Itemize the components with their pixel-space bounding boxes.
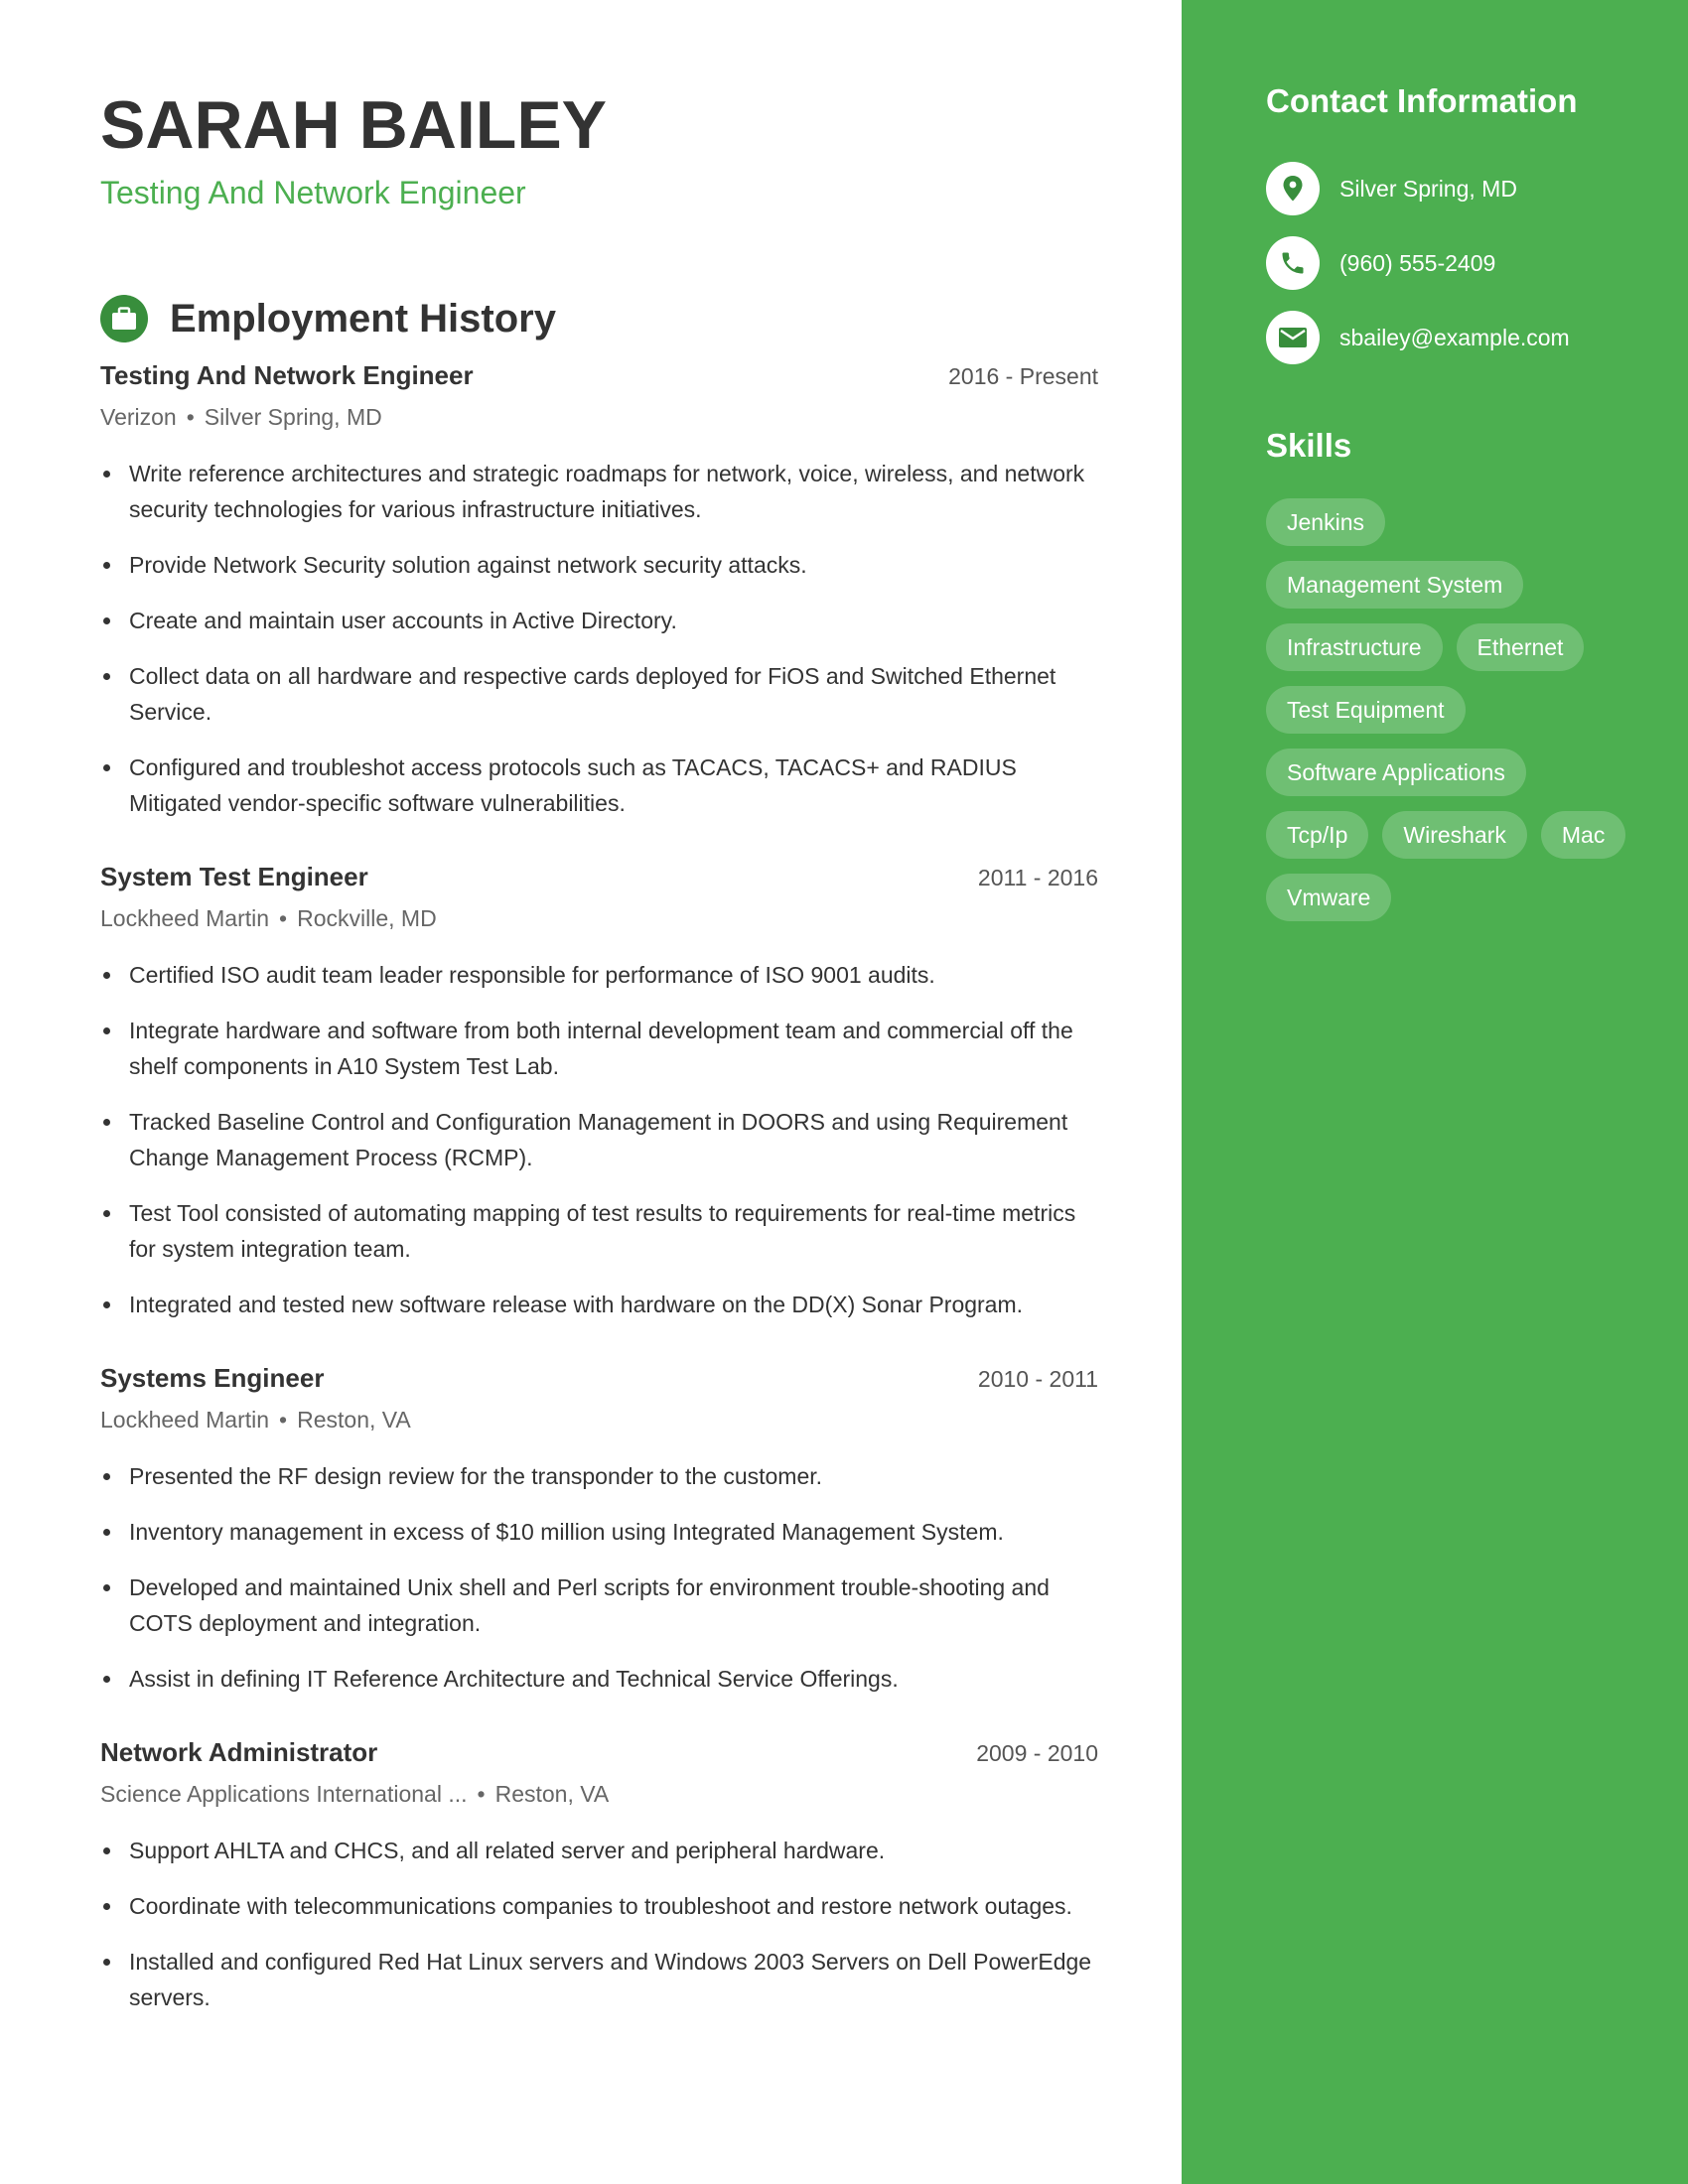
job-company: Verizon xyxy=(100,404,177,430)
job-bullet: Coordinate with telecommunications compa… xyxy=(100,1888,1098,1924)
skill-tag: Vmware xyxy=(1266,874,1392,921)
job-location: Silver Spring, MD xyxy=(204,404,382,430)
job-bullet: Configured and troubleshot access protoc… xyxy=(100,750,1098,821)
job-bullet: Support AHLTA and CHCS, and all related … xyxy=(100,1833,1098,1868)
job-entry: Network Administrator 2009 - 2010 Scienc… xyxy=(100,1737,1098,2035)
skill-tag: Infrastructure xyxy=(1266,623,1443,671)
job-bullet: Integrate hardware and software from bot… xyxy=(100,1013,1098,1084)
job-bullet: Collect data on all hardware and respect… xyxy=(100,658,1098,730)
skill-tag: Software Applications xyxy=(1266,749,1526,796)
contact-section-title: Contact Information xyxy=(1266,82,1578,119)
briefcase-icon xyxy=(100,295,148,342)
job-bullet: Tracked Baseline Control and Configurati… xyxy=(100,1104,1098,1175)
job-bullet: Developed and maintained Unix shell and … xyxy=(100,1570,1098,1641)
candidate-headline: Testing And Network Engineer xyxy=(100,175,526,210)
job-dates: 2010 - 2011 xyxy=(977,1366,1098,1392)
job-bullets: Support AHLTA and CHCS, and all related … xyxy=(100,1833,1098,2015)
job-company: Lockheed Martin xyxy=(100,1407,270,1433)
separator-dot: • xyxy=(186,404,195,430)
location-pin-icon xyxy=(1266,162,1320,215)
job-bullets: Presented the RF design review for the t… xyxy=(100,1458,1098,1697)
skill-tag: Jenkins xyxy=(1266,498,1385,546)
job-bullet: Provide Network Security solution agains… xyxy=(100,547,1098,583)
skill-tag: Ethernet xyxy=(1456,623,1585,671)
skill-tag: Test Equipment xyxy=(1266,686,1466,734)
separator-dot: • xyxy=(279,1407,288,1433)
job-bullet: Certified ISO audit team leader responsi… xyxy=(100,957,1098,993)
job-bullet: Create and maintain user accounts in Act… xyxy=(100,603,1098,638)
job-location: Reston, VA xyxy=(297,1407,411,1433)
job-location: Reston, VA xyxy=(494,1781,610,1807)
candidate-name: SARAH BAILEY xyxy=(100,87,608,163)
job-company: Science Applications International ... xyxy=(100,1781,468,1807)
job-entry: Testing And Network Engineer 2016 - Pres… xyxy=(100,360,1098,841)
job-location: Rockville, MD xyxy=(297,905,437,931)
job-title: Testing And Network Engineer xyxy=(100,360,474,390)
job-dates: 2016 - Present xyxy=(948,363,1098,389)
skill-tag: Mac xyxy=(1540,811,1626,859)
contact-email: sbailey@example.com xyxy=(1266,311,1570,364)
contact-phone: (960) 555-2409 xyxy=(1266,236,1495,290)
job-bullet: Presented the RF design review for the t… xyxy=(100,1458,1098,1494)
job-dates: 2011 - 2016 xyxy=(977,865,1098,890)
skill-tag: Management System xyxy=(1266,561,1524,609)
skills-section-title: Skills xyxy=(1266,427,1352,464)
job-bullet: Inventory management in excess of $10 mi… xyxy=(100,1514,1098,1550)
job-title: System Test Engineer xyxy=(100,862,368,891)
job-bullets: Certified ISO audit team leader responsi… xyxy=(100,957,1098,1322)
skill-tag: Wireshark xyxy=(1382,811,1527,859)
job-bullet: Installed and configured Red Hat Linux s… xyxy=(100,1944,1098,2015)
contact-location-text: Silver Spring, MD xyxy=(1339,175,1517,202)
contact-email-text: sbailey@example.com xyxy=(1339,324,1570,350)
job-meta: Verizon • Silver Spring, MD xyxy=(100,398,1098,436)
job-dates: 2009 - 2010 xyxy=(976,1740,1098,1766)
job-entry: Systems Engineer 2010 - 2011 Lockheed Ma… xyxy=(100,1363,1098,1716)
skills-list: Jenkins Management System Infrastructure… xyxy=(1266,498,1643,936)
job-bullet: Test Tool consisted of automating mappin… xyxy=(100,1195,1098,1267)
sidebar: Contact Information Silver Spring, MD (9… xyxy=(1182,0,1688,2184)
job-bullet: Write reference architectures and strate… xyxy=(100,456,1098,527)
job-meta: Lockheed Martin • Reston, VA xyxy=(100,1401,1098,1438)
separator-dot: • xyxy=(279,905,288,931)
job-bullet: Integrated and tested new software relea… xyxy=(100,1287,1098,1322)
employment-section-header: Employment History xyxy=(100,294,556,343)
job-bullets: Write reference architectures and strate… xyxy=(100,456,1098,821)
separator-dot: • xyxy=(477,1781,486,1807)
job-entry: System Test Engineer 2011 - 2016 Lockhee… xyxy=(100,862,1098,1342)
job-title: Network Administrator xyxy=(100,1737,378,1767)
phone-icon xyxy=(1266,236,1320,290)
job-company: Lockheed Martin xyxy=(100,905,270,931)
contact-phone-text: (960) 555-2409 xyxy=(1339,249,1496,276)
employment-section-title: Employment History xyxy=(170,297,556,341)
skill-tag: Tcp/Ip xyxy=(1266,811,1369,859)
email-icon xyxy=(1266,311,1320,364)
job-meta: Lockheed Martin • Rockville, MD xyxy=(100,899,1098,937)
contact-location: Silver Spring, MD xyxy=(1266,162,1517,215)
job-title: Systems Engineer xyxy=(100,1363,325,1393)
job-bullet: Assist in defining IT Reference Architec… xyxy=(100,1661,1098,1697)
job-meta: Science Applications International ... • R… xyxy=(100,1775,1098,1813)
